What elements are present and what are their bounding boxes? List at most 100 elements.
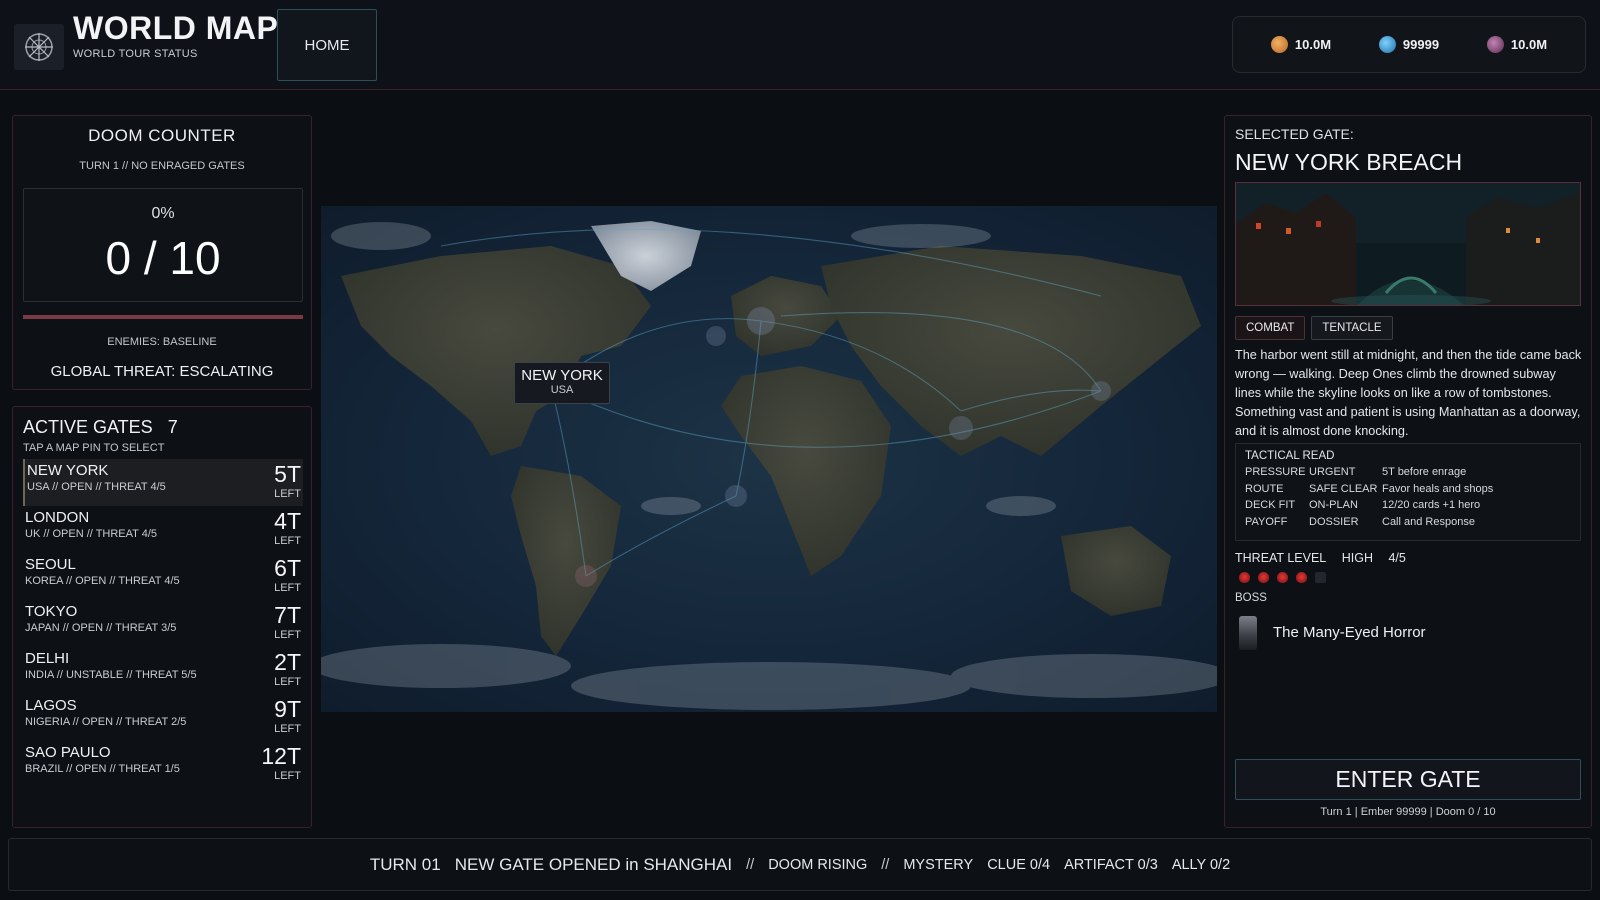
page-title: WORLD MAP: [73, 10, 279, 46]
active-gates-hint: TAP A MAP PIN TO SELECT: [23, 442, 165, 454]
world-map-graphic: [321, 221, 1217, 710]
tactical-note: Favor heals and shops: [1382, 482, 1494, 495]
gate-name: SEOUL: [25, 556, 76, 573]
tactical-value: ON-PLAN: [1309, 499, 1358, 511]
gate-turns-left: 6T: [274, 555, 301, 581]
tactical-note: 12/20 cards +1 hero: [1382, 499, 1481, 511]
gate-row-sao-paulo[interactable]: SAO PAULO BRAZIL // OPEN // THREAT 1/5 12T…: [23, 741, 303, 788]
boss-name: The Many-Eyed Horror: [1273, 624, 1426, 641]
threat-pip-filled-icon: [1258, 572, 1269, 583]
gate-row-tokyo[interactable]: TOKYO JAPAN // OPEN // THREAT 3/5 7T LEFT: [23, 600, 303, 647]
currency-bar: 10.0M 99999 10.0M: [1232, 16, 1586, 73]
gate-row-london[interactable]: LONDON UK // OPEN // THREAT 4/5 4T LEFT: [23, 506, 303, 553]
enter-gate-button[interactable]: ENTER GATE: [1235, 759, 1581, 800]
tactical-note: 5T before enrage: [1382, 466, 1467, 478]
threat-level-word: HIGH: [1341, 551, 1373, 565]
doom-counter-panel: DOOM COUNTER TURN 1 // NO ENRAGED GATES …: [12, 115, 312, 390]
gate-left-label: LEFT: [274, 582, 301, 594]
ticker-separator: //: [881, 856, 890, 873]
ticker-artifact: ARTIFACT 0/3: [1064, 856, 1158, 873]
soul-coin-icon: [1486, 36, 1504, 53]
gate-row-delhi[interactable]: DELHI INDIA // UNSTABLE // THREAT 5/5 2T LE…: [23, 647, 303, 694]
gate-name: LONDON: [25, 509, 90, 526]
selected-gate-label: SELECTED GATE:: [1235, 126, 1354, 142]
gate-name: LAGOS: [25, 697, 77, 714]
global-threat: GLOBAL THREAT: ESCALATING: [50, 363, 274, 380]
doom-title: DOOM COUNTER: [88, 126, 236, 145]
currency-soul-value: 10.0M: [1510, 37, 1548, 52]
home-button[interactable]: HOME: [277, 9, 377, 81]
currency-crystal: 99999: [1378, 36, 1440, 53]
gate-name: DELHI: [25, 650, 70, 667]
gate-name: NEW YORK: [27, 462, 109, 479]
selected-gate-panel: SELECTED GATE: NEW YORK BREACH COMBAT TE…: [1224, 115, 1592, 828]
doom-progress-bar: [23, 315, 303, 319]
doom-percent: 0%: [151, 205, 175, 222]
tactical-row: PRESSURE URGENT 5T before enrage: [1245, 464, 1571, 481]
gate-turns-left: 12T: [261, 743, 301, 769]
gate-artwork: [1235, 182, 1581, 306]
tag-combat: COMBAT: [1235, 316, 1306, 340]
tactical-value: DOSSIER: [1309, 515, 1359, 528]
gate-turns-left: 9T: [274, 696, 301, 722]
tactical-note: Call and Response: [1382, 515, 1475, 528]
news-ticker: TURN 01 NEW GATE OPENED in SHANGHAI // D…: [8, 838, 1592, 891]
gate-row-lagos[interactable]: LAGOS NIGERIA // OPEN // THREAT 2/5 9T LEFT: [23, 694, 303, 741]
currency-ember-value: 10.0M: [1294, 37, 1332, 52]
gate-turns-left: 5T: [274, 461, 301, 487]
threat-level-label: THREAT LEVEL: [1235, 551, 1327, 565]
threat-pip-filled-icon: [1277, 572, 1288, 583]
boss-label: BOSS: [1235, 592, 1267, 604]
active-gates-title: ACTIVE GATES 7: [23, 417, 178, 438]
doom-subtitle: TURN 1 // NO ENRAGED GATES: [79, 160, 245, 172]
tactical-read-box: TACTICAL READ PRESSURE URGENT 5T before en…: [1235, 443, 1581, 541]
threat-pip-filled-icon: [1239, 572, 1250, 583]
gate-description: The harbor went still at midnight, and t…: [1235, 348, 1582, 438]
gate-meta: INDIA // UNSTABLE // THREAT 5/5: [25, 669, 197, 681]
gate-turns-left: 2T: [274, 649, 301, 675]
gate-turns-left: 4T: [274, 508, 301, 534]
gate-left-label: LEFT: [274, 770, 301, 782]
threat-pips: [1239, 572, 1326, 583]
ticker-clue: CLUE 0/4: [987, 856, 1051, 873]
gate-left-label: LEFT: [274, 535, 301, 547]
tactical-row: DECK FIT ON-PLAN 12/20 cards +1 hero: [1245, 497, 1571, 514]
gate-meta: NIGERIA // OPEN // THREAT 2/5: [25, 716, 187, 728]
doom-value-box: 0% 0 / 10: [23, 188, 303, 302]
top-header: WORLD MAP WORLD TOUR STATUS HOME 10.0M 9…: [0, 0, 1600, 90]
tactical-read-title: TACTICAL READ: [1245, 450, 1335, 462]
active-gates-panel: ACTIVE GATES 7 TAP A MAP PIN TO SELECT N…: [12, 406, 312, 828]
ticker-mystery: MYSTERY: [903, 856, 974, 873]
world-map[interactable]: NEW YORK USA: [321, 206, 1217, 712]
gate-name: TOKYO: [25, 603, 78, 620]
gate-left-label: LEFT: [274, 629, 301, 641]
gate-turns-left: 7T: [274, 602, 301, 628]
tactical-key: PRESSURE: [1245, 466, 1306, 478]
compass-logo-icon: [14, 24, 64, 70]
threat-pip-filled-icon: [1296, 572, 1307, 583]
tactical-row: ROUTE SAFE CLEAR Favor heals and shops: [1245, 481, 1571, 498]
tactical-value: URGENT: [1309, 466, 1356, 478]
gate-meta: USA // OPEN // THREAT 4/5: [27, 481, 166, 493]
map-pin-tooltip-new-york[interactable]: NEW YORK USA: [514, 362, 610, 404]
gate-row-new-york[interactable]: NEW YORK USA // OPEN // THREAT 4/5 5T LEFT: [23, 459, 303, 506]
tactical-key: PAYOFF: [1245, 515, 1288, 528]
gate-tags: COMBAT TENTACLE: [1235, 316, 1393, 340]
tactical-row: PAYOFF DOSSIER Call and Response: [1245, 514, 1571, 531]
crystal-coin-icon: [1378, 36, 1396, 53]
ticker-ally: ALLY 0/2: [1171, 856, 1231, 873]
gate-left-label: LEFT: [274, 676, 301, 688]
currency-crystal-value: 99999: [1402, 37, 1440, 52]
gate-row-seoul[interactable]: SEOUL KOREA // OPEN // THREAT 4/5 6T LEFT: [23, 553, 303, 600]
page-subtitle: WORLD TOUR STATUS: [73, 48, 198, 60]
gate-meta: JAPAN // OPEN // THREAT 3/5: [25, 622, 177, 634]
currency-ember: 10.0M: [1270, 36, 1332, 53]
ticker-turn: TURN 01: [369, 854, 441, 874]
selected-gate-name: NEW YORK BREACH: [1235, 149, 1463, 175]
gate-list: NEW YORK USA // OPEN // THREAT 4/5 5T LEFT L…: [23, 459, 303, 788]
gate-meta: KOREA // OPEN // THREAT 4/5: [25, 575, 180, 587]
tactical-rows: PRESSURE URGENT 5T before enrage ROUTE SAFE …: [1245, 464, 1571, 530]
tactical-key: ROUTE: [1245, 482, 1284, 495]
tactical-key: DECK FIT: [1245, 499, 1296, 511]
threat-pip-empty-icon: [1315, 572, 1326, 583]
